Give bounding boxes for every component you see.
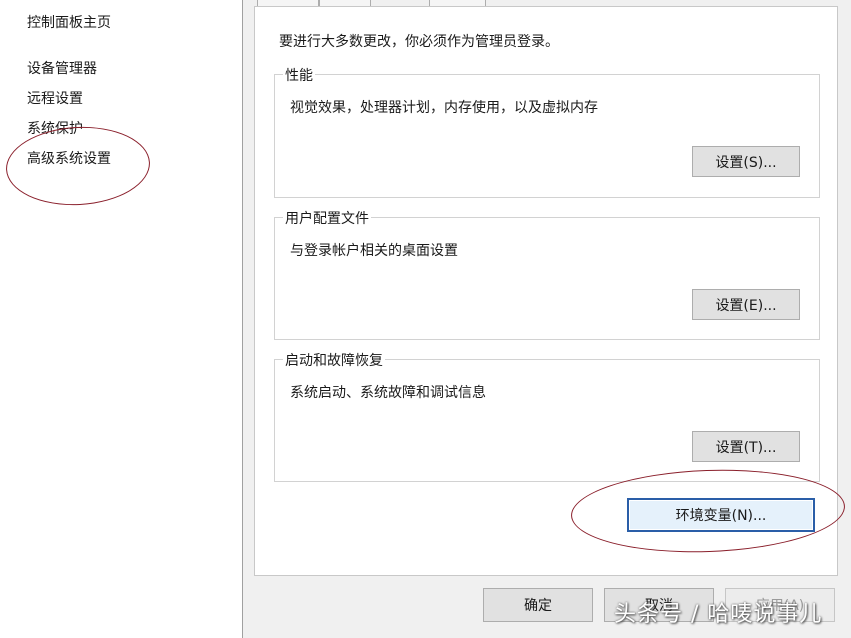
sidebar-item-advanced-system-settings[interactable]: 高级系统设置 bbox=[27, 148, 111, 168]
user-profiles-settings-button[interactable]: 设置(E)... bbox=[692, 289, 800, 320]
startup-recovery-description: 系统启动、系统故障和调试信息 bbox=[290, 385, 486, 401]
environment-variables-button[interactable]: 环境变量(N)... bbox=[627, 498, 815, 532]
performance-description: 视觉效果，处理器计划，内存使用，以及虚拟内存 bbox=[290, 100, 598, 116]
user-profiles-group-title: 用户配置文件 bbox=[283, 208, 371, 228]
advanced-tab-panel: 要进行大多数更改，你必须作为管理员登录。 性能 视觉效果，处理器计划，内存使用，… bbox=[254, 6, 838, 576]
sidebar-item-device-manager[interactable]: 设备管理器 bbox=[27, 58, 97, 78]
user-profiles-description: 与登录帐户相关的桌面设置 bbox=[290, 243, 458, 259]
admin-notice: 要进行大多数更改，你必须作为管理员登录。 bbox=[279, 34, 559, 50]
sidebar: 控制面板主页 设备管理器 远程设置 系统保护 高级系统设置 bbox=[0, 0, 240, 638]
sidebar-item-system-protection[interactable]: 系统保护 bbox=[27, 118, 83, 138]
control-panel-home-link[interactable]: 控制面板主页 bbox=[27, 12, 111, 32]
ok-button[interactable]: 确定 bbox=[483, 588, 593, 622]
system-properties-dialog: 要进行大多数更改，你必须作为管理员登录。 性能 视觉效果，处理器计划，内存使用，… bbox=[242, 0, 851, 638]
startup-recovery-group-title: 启动和故障恢复 bbox=[283, 350, 385, 370]
startup-recovery-settings-button[interactable]: 设置(T)... bbox=[692, 431, 800, 462]
performance-settings-button[interactable]: 设置(S)... bbox=[692, 146, 800, 177]
user-profiles-group: 用户配置文件 与登录帐户相关的桌面设置 设置(E)... bbox=[274, 208, 820, 340]
performance-group-title: 性能 bbox=[283, 65, 315, 85]
startup-recovery-group: 启动和故障恢复 系统启动、系统故障和调试信息 设置(T)... bbox=[274, 350, 820, 482]
performance-group: 性能 视觉效果，处理器计划，内存使用，以及虚拟内存 设置(S)... bbox=[274, 65, 820, 198]
watermark-text: 头条号 / 哈唛说事儿 bbox=[614, 602, 823, 627]
sidebar-item-remote-settings[interactable]: 远程设置 bbox=[27, 88, 83, 108]
